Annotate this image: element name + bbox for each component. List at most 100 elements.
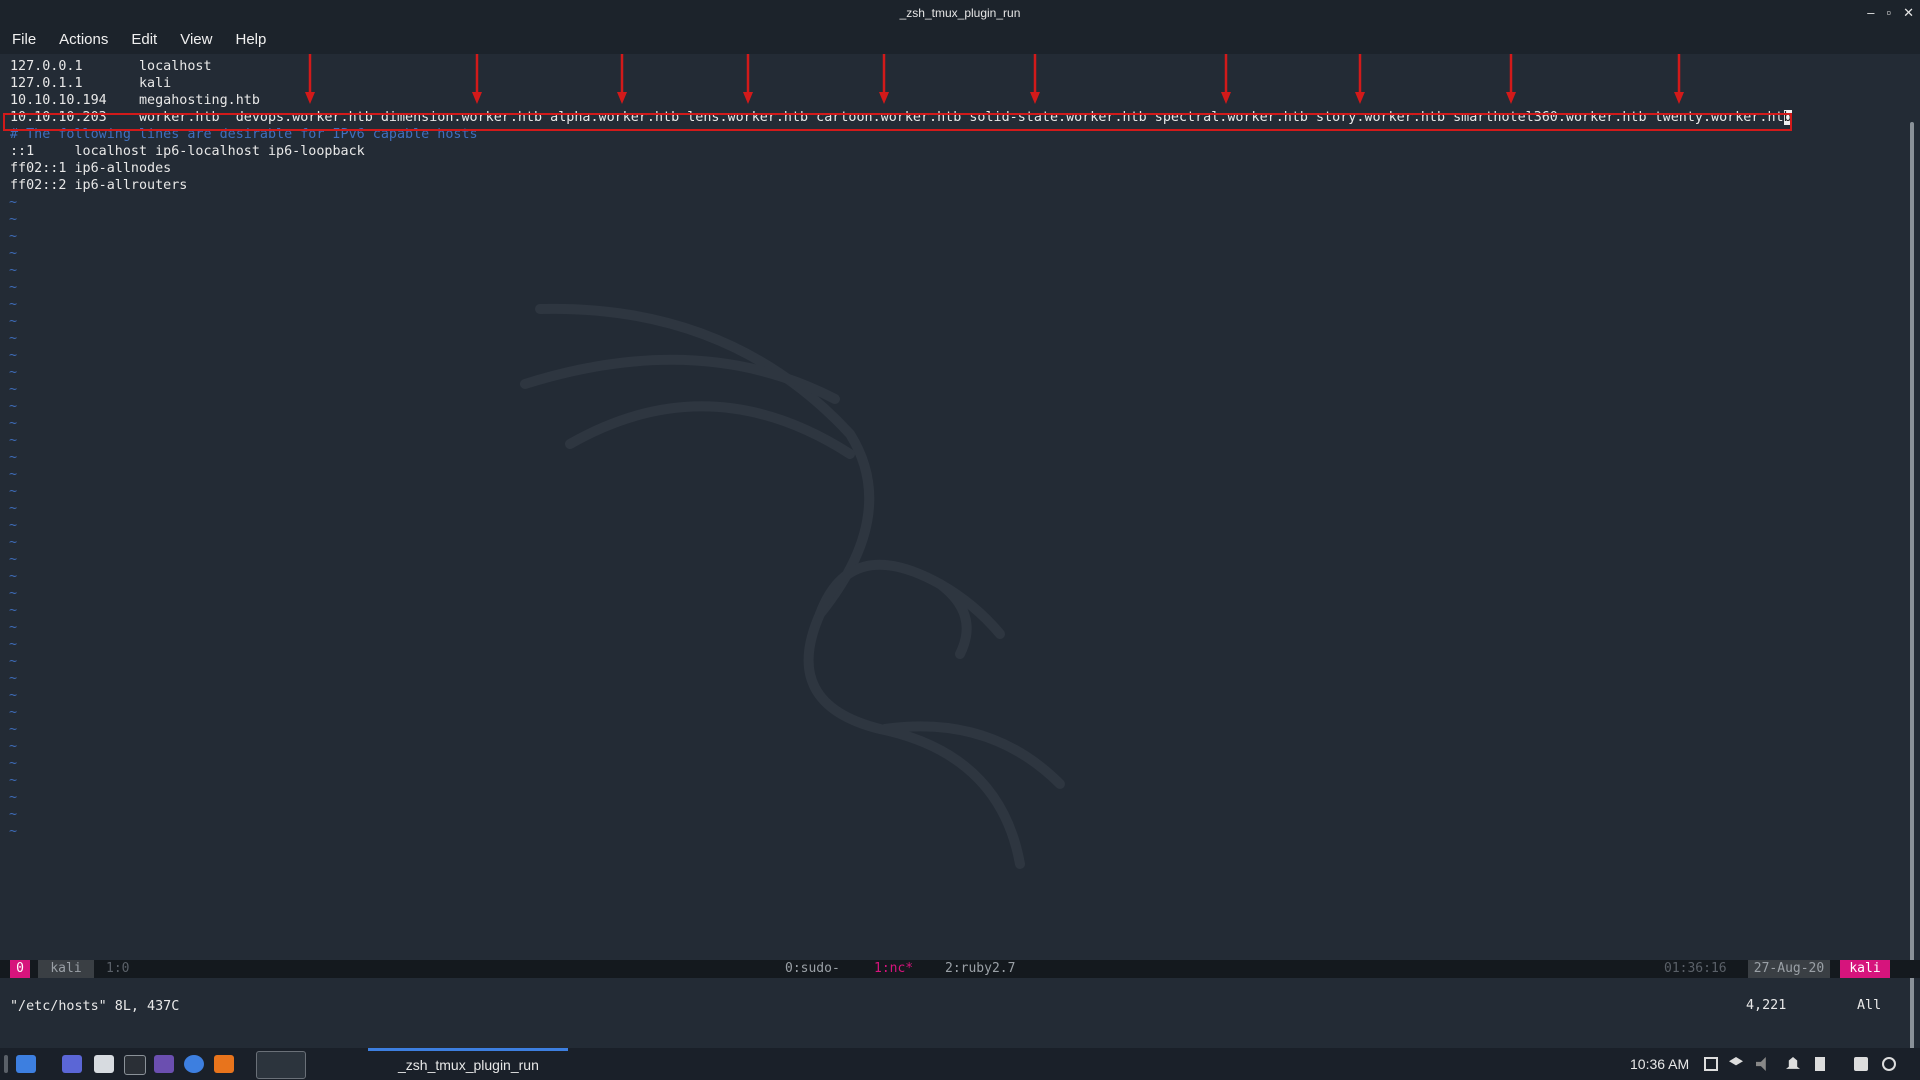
tilde-marker: ~: [9, 348, 18, 363]
terminal-launcher-icon[interactable]: [256, 1051, 306, 1079]
desktop-icon[interactable]: [62, 1055, 82, 1073]
tilde-marker: ~: [9, 433, 18, 448]
window-titlebar: _zsh_tmux_plugin_run – ▫ ✕: [0, 0, 1920, 26]
tmux-window-1-active[interactable]: 1:nc*: [874, 960, 913, 978]
file-manager-icon[interactable]: [94, 1055, 114, 1073]
tilde-marker: ~: [9, 518, 18, 533]
tilde-marker: ~: [9, 280, 18, 295]
tmux-status-bar: 0 kali 1:0 0:sudo- 1:nc* 2:ruby2.7 01:36…: [0, 960, 1920, 978]
taskbar-task-label: _zsh_tmux_plugin_run: [398, 1057, 539, 1073]
kali-menu-icon[interactable]: [16, 1055, 36, 1073]
tilde-marker: ~: [9, 195, 18, 210]
menu-actions[interactable]: Actions: [47, 26, 119, 54]
text-editor-icon[interactable]: [154, 1055, 174, 1073]
volume-icon[interactable]: [1756, 1057, 1766, 1071]
annotation-arrow-icon: [1674, 54, 1684, 104]
tilde-marker: ~: [9, 586, 18, 601]
tilde-marker: ~: [9, 484, 18, 499]
annotation-arrow-icon: [743, 54, 753, 104]
display-icon[interactable]: [1704, 1057, 1718, 1071]
tilde-marker: ~: [9, 501, 18, 516]
vim-status-scroll: All: [1857, 998, 1882, 1013]
power-icon[interactable]: [1882, 1057, 1896, 1071]
terminal-icon[interactable]: [124, 1055, 146, 1075]
tilde-marker: ~: [9, 263, 18, 278]
tilde-marker: ~: [9, 399, 18, 414]
tilde-marker: ~: [9, 365, 18, 380]
tmux-time: 01:36:16: [1664, 961, 1727, 976]
tilde-marker: ~: [9, 535, 18, 550]
menu-edit[interactable]: Edit: [119, 26, 168, 54]
tilde-marker: ~: [9, 722, 18, 737]
tilde-marker: ~: [9, 467, 18, 482]
menu-view[interactable]: View: [168, 26, 223, 54]
tmux-pane: 1:0: [106, 961, 130, 976]
highlight-box: [3, 113, 1792, 131]
notification-icon[interactable]: [1786, 1057, 1800, 1069]
minimize-icon[interactable]: –: [1867, 0, 1874, 26]
tilde-marker: ~: [9, 637, 18, 652]
tilde-marker: ~: [9, 552, 18, 567]
annotation-arrow-icon: [879, 54, 889, 104]
kali-dragon-watermark-icon: [520, 303, 1065, 869]
hosts-line-2: 127.0.1.1 kali: [10, 76, 172, 91]
tilde-marker: ~: [9, 450, 18, 465]
vim-status-file: "/etc/hosts" 8L, 437C: [10, 999, 180, 1014]
tilde-marker: ~: [9, 654, 18, 669]
annotation-arrow-icon: [1030, 54, 1040, 104]
tilde-marker: ~: [9, 416, 18, 431]
tilde-marker: ~: [9, 739, 18, 754]
annotation-arrow-icon: [1506, 54, 1516, 104]
battery-icon[interactable]: [1815, 1057, 1825, 1071]
dropbox-icon[interactable]: [1729, 1057, 1743, 1066]
maximize-icon[interactable]: ▫: [1886, 0, 1891, 26]
window-title: _zsh_tmux_plugin_run: [899, 6, 1021, 20]
hosts-line-7: ff02::1 ip6-allnodes: [10, 161, 172, 176]
tilde-marker: ~: [9, 314, 18, 329]
taskbar-handle-icon: [4, 1055, 8, 1073]
tmux-host: kali: [1840, 960, 1890, 978]
tilde-marker: ~: [9, 790, 18, 805]
menu-file[interactable]: File: [0, 26, 47, 54]
tilde-marker: ~: [9, 756, 18, 771]
lock-icon[interactable]: [1854, 1057, 1868, 1071]
browser-icon[interactable]: [184, 1055, 204, 1073]
tmux-window-0[interactable]: 0:sudo-: [785, 960, 840, 978]
tilde-marker: ~: [9, 620, 18, 635]
tilde-marker: ~: [9, 569, 18, 584]
tilde-marker: ~: [9, 824, 18, 839]
tilde-marker: ~: [9, 671, 18, 686]
hosts-line-1: 127.0.0.1 localhost: [10, 59, 212, 74]
tilde-marker: ~: [9, 773, 18, 788]
close-icon[interactable]: ✕: [1903, 0, 1914, 26]
tmux-session-name: kali: [38, 960, 94, 978]
tilde-marker: ~: [9, 297, 18, 312]
burpsuite-icon[interactable]: [214, 1055, 234, 1073]
menu-help[interactable]: Help: [223, 26, 277, 54]
menu-bar: File Actions Edit View Help: [0, 26, 1920, 54]
vim-status-position: 4,221: [1746, 998, 1787, 1013]
tilde-marker: ~: [9, 705, 18, 720]
tilde-marker: ~: [9, 603, 18, 618]
tilde-marker: ~: [9, 246, 18, 261]
taskbar-task[interactable]: _zsh_tmux_plugin_run: [368, 1048, 568, 1080]
tilde-marker: ~: [9, 807, 18, 822]
taskbar: _zsh_tmux_plugin_run 10:36 AM: [0, 1048, 1920, 1080]
hosts-line-3: 10.10.10.194 megahosting.htb: [10, 93, 260, 108]
clock[interactable]: 10:36 AM: [1630, 1048, 1689, 1080]
annotation-arrow-icon: [1221, 54, 1231, 104]
tilde-marker: ~: [9, 229, 18, 244]
annotation-arrow-icon: [1355, 54, 1365, 104]
tmux-window-2[interactable]: 2:ruby2.7: [945, 960, 1015, 978]
hosts-line-8: ff02::2 ip6-allrouters: [10, 178, 188, 193]
scrollbar[interactable]: [1910, 122, 1914, 1048]
tilde-marker: ~: [9, 212, 18, 227]
tilde-marker: ~: [9, 382, 18, 397]
tilde-marker: ~: [9, 331, 18, 346]
tmux-session-index: 0: [10, 960, 30, 978]
tilde-marker: ~: [9, 688, 18, 703]
annotation-arrow-icon: [305, 54, 315, 104]
terminal-pane[interactable]: 127.0.0.1 localhost 127.0.1.1 kali 10.10…: [0, 54, 1920, 1048]
annotation-arrow-icon: [617, 54, 627, 104]
annotation-arrow-icon: [472, 54, 482, 104]
